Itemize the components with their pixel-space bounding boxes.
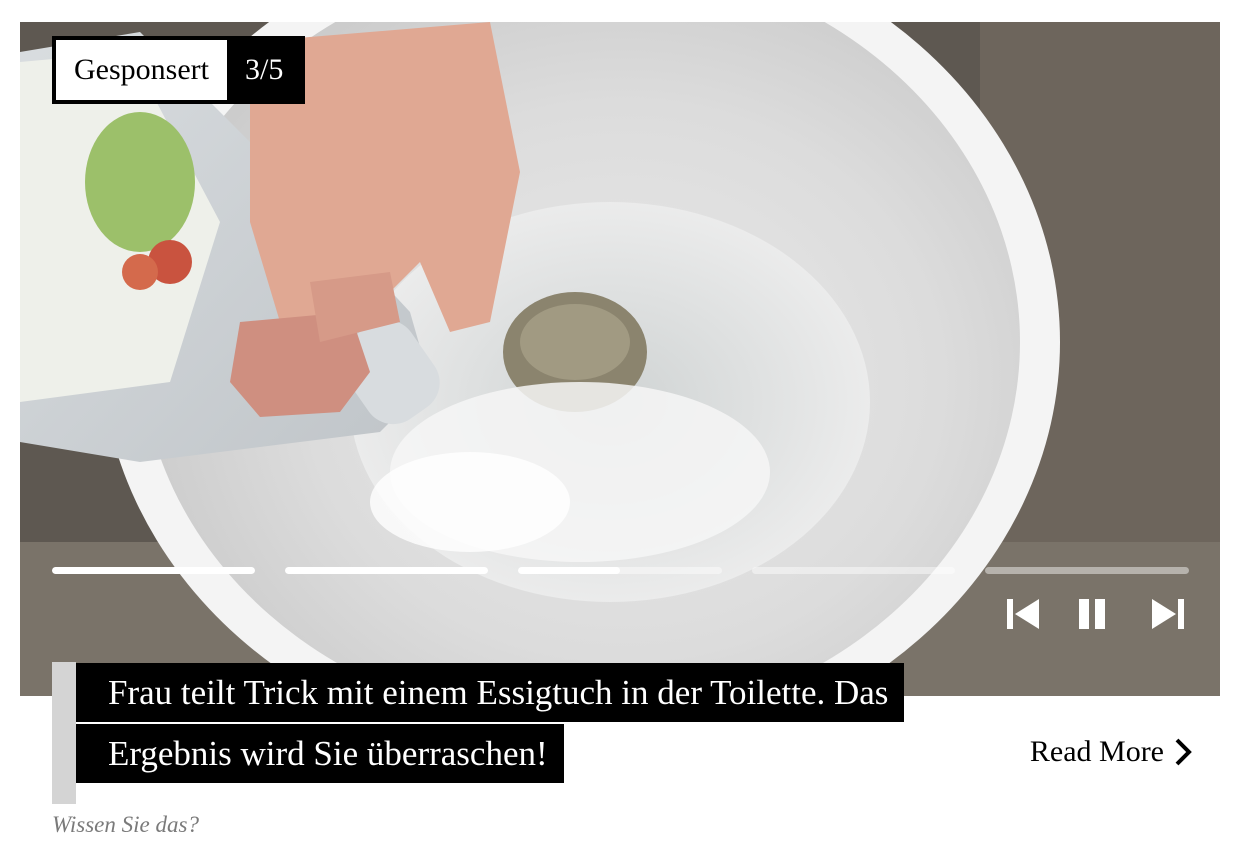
- skip-previous-icon: [1007, 599, 1039, 629]
- progress-segment-3[interactable]: [518, 567, 722, 574]
- next-button[interactable]: [1150, 596, 1186, 632]
- slide-counter: 3/5: [244, 53, 284, 86]
- read-more-label: Read More: [1029, 735, 1164, 768]
- slide-caption[interactable]: Frau teilt Trick mit einem Essigtuch in …: [52, 662, 932, 804]
- chevron-right-icon: [1175, 738, 1192, 766]
- progress-segment-5[interactable]: [985, 567, 1189, 574]
- caption-accent-bar: [52, 662, 76, 804]
- sponsored-badge: Gesponsert 3/5: [52, 36, 306, 104]
- toilet-vinegar-photo: [20, 22, 1220, 696]
- slide-image[interactable]: [20, 22, 1220, 696]
- progress-segment-2[interactable]: [285, 567, 488, 574]
- previous-button[interactable]: [1005, 596, 1041, 632]
- read-more-link[interactable]: Read More: [1030, 735, 1192, 769]
- progress-fill: [52, 567, 255, 574]
- progress-fill: [285, 567, 488, 574]
- skip-next-icon: [1152, 599, 1184, 629]
- progress-segment-1[interactable]: [52, 567, 255, 574]
- pause-icon: [1079, 599, 1105, 629]
- caption-title[interactable]: Frau teilt Trick mit einem Essigtuch in …: [76, 663, 905, 783]
- pause-button[interactable]: [1078, 596, 1106, 632]
- sponsored-slideshow-widget: Gesponsert 3/5 Frau teilt Trick mit eine…: [0, 0, 1242, 842]
- source-label[interactable]: Wissen Sie das?: [52, 812, 199, 838]
- sponsored-label: Gesponsert: [56, 40, 227, 100]
- progress-segment-4[interactable]: [752, 567, 955, 574]
- progress-fill: [518, 567, 620, 574]
